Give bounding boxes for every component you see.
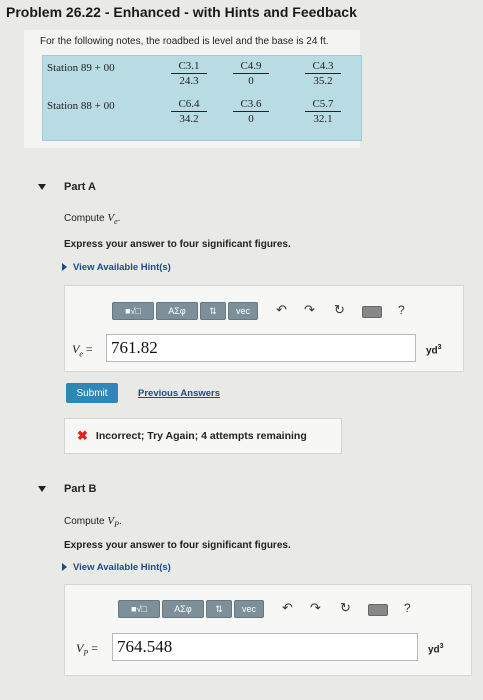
answer-input-part-a[interactable]: 761.82 xyxy=(106,334,416,362)
math-toolbar-part-a: ■√□ ΑΣφ ⇅ vec xyxy=(112,302,260,320)
note-fraction: C4.9 0 xyxy=(233,60,269,87)
answer-input-part-b[interactable]: 764.548 xyxy=(112,633,418,661)
note-fraction: C3.1 24.3 xyxy=(171,60,207,87)
reset-icon[interactable]: ↻ xyxy=(340,600,351,616)
previous-answers-link[interactable]: Previous Answers xyxy=(138,388,220,399)
incorrect-x-icon: ✖ xyxy=(77,428,88,443)
vector-button[interactable]: vec xyxy=(234,600,264,618)
part-b-instructions: Express your answer to four significant … xyxy=(64,540,291,551)
greek-symbols-button[interactable]: ΑΣφ xyxy=(156,302,198,320)
vector-button[interactable]: vec xyxy=(228,302,258,320)
greek-symbols-button[interactable]: ΑΣφ xyxy=(162,600,204,618)
part-a-instructions: Express your answer to four significant … xyxy=(64,239,291,250)
answer-label-part-a: Ve = xyxy=(72,342,93,359)
part-a-prompt: Compute Ve. xyxy=(64,212,121,227)
arrows-button[interactable]: ⇅ xyxy=(206,600,232,618)
note-fraction: C6.4 34.2 xyxy=(171,98,207,125)
unit-label-part-b: yd3 xyxy=(428,643,444,656)
answer-label-part-b: VP = xyxy=(76,641,99,658)
submit-button[interactable]: Submit xyxy=(66,383,118,403)
note-fraction: C4.3 35.2 xyxy=(305,60,341,87)
answer-panel-part-b xyxy=(64,584,472,676)
collapse-toggle-part-b[interactable] xyxy=(38,486,46,492)
part-b-header[interactable]: Part B xyxy=(64,483,96,495)
templates-button[interactable]: ■√□ xyxy=(112,302,154,320)
unit-label-part-a: yd3 xyxy=(426,344,442,357)
view-hints-link-part-a[interactable]: View Available Hint(s) xyxy=(62,262,171,273)
note-fraction: C5.7 32.1 xyxy=(305,98,341,125)
note-fraction: C3.6 0 xyxy=(233,98,269,125)
view-hints-link-part-b[interactable]: View Available Hint(s) xyxy=(62,562,171,573)
part-a-header[interactable]: Part A xyxy=(64,181,96,193)
station-label: Station 89 + 00 xyxy=(47,62,115,74)
feedback-message: ✖ Incorrect; Try Again; 4 attempts remain… xyxy=(64,418,342,454)
undo-icon[interactable]: ↶ xyxy=(282,600,293,616)
help-icon[interactable]: ? xyxy=(398,303,405,317)
problem-text: For the following notes, the roadbed is … xyxy=(40,36,329,47)
expand-arrow-icon xyxy=(62,263,67,272)
templates-button[interactable]: ■√□ xyxy=(118,600,160,618)
undo-icon[interactable]: ↶ xyxy=(276,302,287,318)
part-b-prompt: Compute VP. xyxy=(64,515,122,530)
reset-icon[interactable]: ↻ xyxy=(334,302,345,318)
arrows-button[interactable]: ⇅ xyxy=(200,302,226,320)
keyboard-icon[interactable] xyxy=(368,604,388,616)
problem-title: Problem 26.22 - Enhanced - with Hints an… xyxy=(6,4,357,20)
collapse-toggle-part-a[interactable] xyxy=(38,184,46,190)
station-label: Station 88 + 00 xyxy=(47,100,115,112)
redo-icon[interactable]: ↷ xyxy=(310,600,321,616)
redo-icon[interactable]: ↷ xyxy=(304,302,315,318)
keyboard-icon[interactable] xyxy=(362,306,382,318)
station-notes-table: Station 89 + 00 C3.1 24.3 C4.9 0 C4.3 35.2 … xyxy=(42,55,362,141)
expand-arrow-icon xyxy=(62,563,67,572)
math-toolbar-part-b: ■√□ ΑΣφ ⇅ vec xyxy=(118,600,266,618)
help-icon[interactable]: ? xyxy=(404,601,411,615)
